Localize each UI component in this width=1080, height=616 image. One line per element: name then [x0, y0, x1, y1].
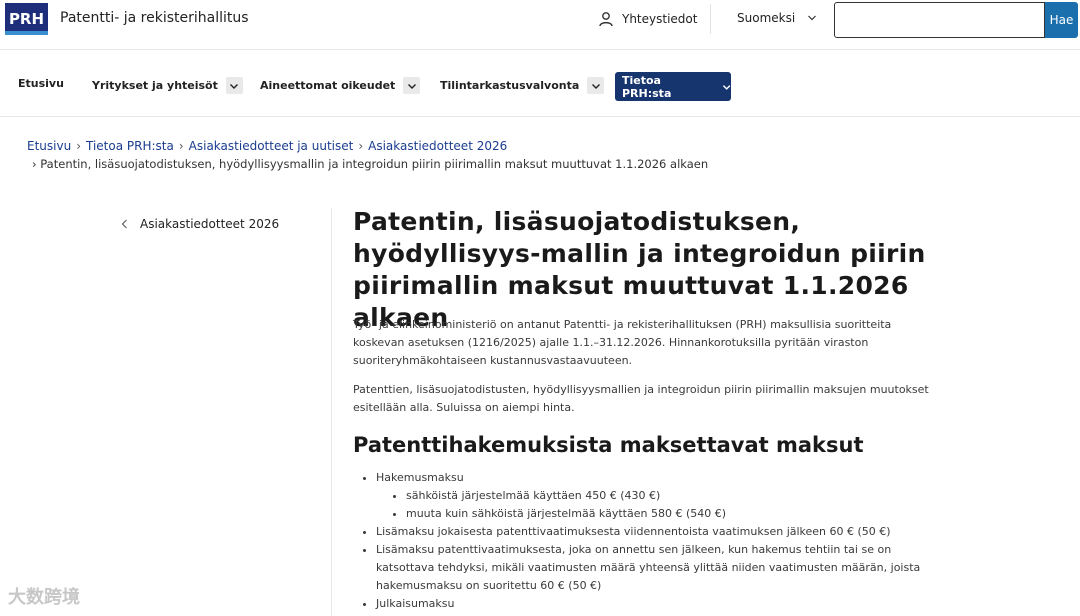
breadcrumb-link[interactable]: Asiakastiedotteet 2026 — [368, 139, 507, 153]
user-icon — [599, 12, 613, 27]
breadcrumb-link[interactable]: Asiakastiedotteet ja uutiset — [189, 139, 354, 153]
header-divider — [710, 4, 711, 34]
language-label: Suomeksi — [737, 11, 796, 25]
site-name[interactable]: Patentti- ja rekisterihallitus — [60, 10, 249, 26]
breadcrumb-link[interactable]: Tietoa PRH:sta — [86, 139, 174, 153]
site-header: PRH Patentti- ja rekisterihallitus Yhtey… — [0, 0, 1080, 50]
breadcrumb-separator: › — [178, 139, 184, 153]
chevron-down-icon — [722, 84, 731, 90]
list-item: Lisämaksu patenttivaatimuksesta, joka on… — [376, 541, 946, 595]
nav-item-yritykset[interactable]: Yritykset ja yhteisöt — [92, 77, 243, 94]
breadcrumb-link[interactable]: Etusivu — [27, 139, 71, 153]
content-divider — [331, 208, 332, 616]
language-selector[interactable]: Suomeksi — [737, 11, 817, 25]
search-input[interactable] — [834, 2, 1045, 38]
page-title: Patentin, lisäsuojatodistuksen, hyödylli… — [353, 207, 926, 332]
sidebar-back-link[interactable]: Asiakastiedotteet 2026 — [121, 217, 279, 231]
watermark: 大数跨境 — [8, 587, 80, 608]
breadcrumb-separator: › — [76, 139, 81, 153]
sidebar-back-label: Asiakastiedotteet 2026 — [140, 217, 280, 231]
list-item: Julkaisumaksu — [376, 595, 946, 613]
contact-link[interactable]: Yhteystiedot — [598, 11, 697, 27]
chevron-down-icon[interactable] — [587, 77, 605, 94]
nav-item-etusivu[interactable]: Etusivu — [18, 77, 64, 90]
list-item: sähköistä järjestelmää käyttäen 450 € (4… — [406, 487, 946, 505]
main-navigation: Etusivu Yritykset ja yhteisöt Aineettoma… — [0, 51, 1080, 117]
chevron-down-icon[interactable] — [403, 77, 421, 94]
list-item: Lisämaksu jokaisesta patenttivaatimukses… — [376, 523, 946, 541]
breadcrumb-current: › Patentin, lisäsuojatodistuksen, hyödyl… — [32, 157, 709, 171]
fee-sublist: sähköistä järjestelmää käyttäen 450 € (4… — [406, 487, 946, 523]
second-paragraph: Patenttien, lisäsuojatodistusten, hyödyl… — [353, 383, 929, 414]
intro-paragraph: Työ- ja elinkeinoministeriö on antanut P… — [353, 318, 892, 367]
nav-item-aineettomat[interactable]: Aineettomat oikeudet — [260, 77, 421, 94]
breadcrumb-separator: › — [358, 139, 364, 153]
chevron-down-icon[interactable] — [225, 77, 243, 94]
list-item: muuta kuin sähköistä järjestelmää käyttä… — [406, 505, 946, 523]
nav-item-tilintarkastus[interactable]: Tilintarkastusvalvonta — [440, 77, 605, 94]
chevron-down-icon — [808, 15, 817, 21]
breadcrumb: Etusivu › Tietoa PRH:sta › Asiakastiedotteet… — [27, 139, 507, 153]
prh-logo[interactable]: PRH — [5, 3, 48, 35]
search-button[interactable]: Hae — [1045, 2, 1078, 38]
list-item: Hakemusmaksu sähköistä järjestelmää käyt… — [376, 469, 946, 523]
contact-label: Yhteystiedot — [622, 12, 698, 26]
fee-list: Hakemusmaksu sähköistä järjestelmää käyt… — [376, 469, 946, 613]
nav-item-tietoa-prh[interactable]: Tietoa PRH:sta — [615, 72, 731, 101]
chevron-left-icon — [121, 219, 127, 229]
section-heading: Patenttihakemuksista maksettavat maksut — [353, 433, 864, 457]
